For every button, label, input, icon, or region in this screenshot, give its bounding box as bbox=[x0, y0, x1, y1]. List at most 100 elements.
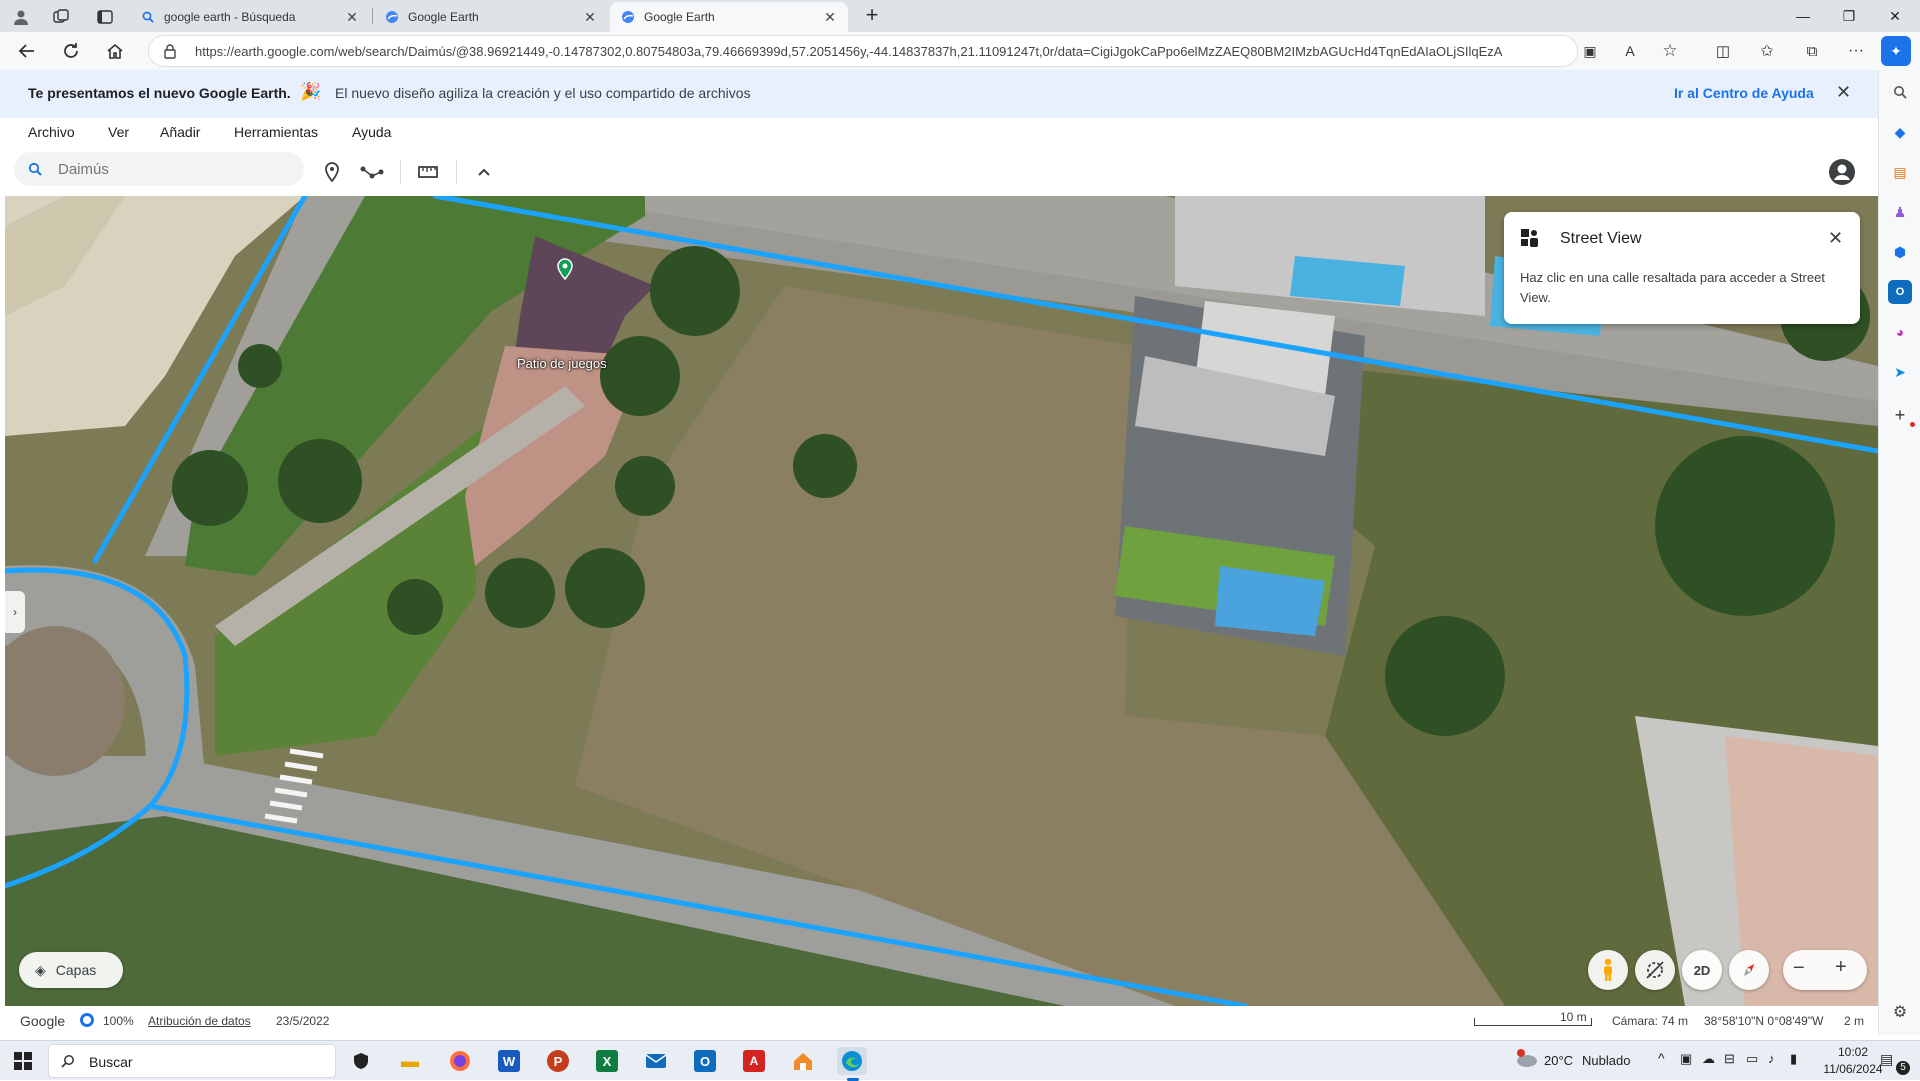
taskbar-search-box[interactable]: Buscar bbox=[48, 1044, 336, 1078]
send-icon[interactable]: ➤ bbox=[1888, 360, 1912, 384]
close-street-view-icon[interactable]: ✕ bbox=[1828, 228, 1843, 249]
clock-time[interactable]: 10:02 bbox=[1828, 1045, 1878, 1059]
address-bar[interactable]: https://earth.google.com/web/search/Daim… bbox=[148, 35, 1578, 67]
expand-panel-icon[interactable]: › bbox=[5, 591, 25, 633]
close-tab-icon[interactable]: ✕ bbox=[822, 9, 838, 25]
weather-text[interactable]: Nublado bbox=[1582, 1053, 1630, 1068]
display-icon[interactable]: ▭ bbox=[1746, 1051, 1758, 1067]
tools-icon[interactable]: ▤ bbox=[1888, 160, 1912, 184]
copilot-icon[interactable]: ✦ bbox=[1881, 36, 1911, 66]
edge-browser-icon[interactable] bbox=[837, 1047, 867, 1075]
url-text[interactable]: https://earth.google.com/web/search/Daim… bbox=[195, 44, 1565, 59]
tab-google-earth[interactable]: Google Earth ✕ bbox=[374, 2, 608, 32]
pegman-icon[interactable] bbox=[1588, 950, 1628, 990]
menu-herramientas[interactable]: Herramientas bbox=[234, 124, 318, 140]
elevation: 2 m bbox=[1844, 1014, 1865, 1028]
menu-ayuda[interactable]: Ayuda bbox=[352, 124, 391, 140]
sidebar-search-icon[interactable] bbox=[1888, 80, 1912, 104]
tab-google-search[interactable]: google earth - Búsqueda ✕ bbox=[130, 2, 370, 32]
compass-icon[interactable] bbox=[1729, 950, 1769, 990]
lock-icon[interactable] bbox=[163, 43, 177, 62]
place-label[interactable]: Patio de juegos bbox=[517, 356, 607, 371]
menu-bar: Archivo Ver Añadir Herramientas Ayuda bbox=[0, 118, 1878, 148]
clock-date[interactable]: 11/06/2024 bbox=[1818, 1062, 1888, 1076]
search-input[interactable] bbox=[58, 158, 288, 180]
reload-button[interactable] bbox=[56, 36, 86, 66]
view-2d-button[interactable]: 2D bbox=[1682, 950, 1722, 990]
games-icon[interactable]: ♟ bbox=[1888, 200, 1912, 224]
collections-icon[interactable]: ⧉ bbox=[1797, 36, 1827, 66]
account-avatar-icon[interactable] bbox=[1826, 156, 1858, 188]
volume-icon[interactable]: ♪ bbox=[1768, 1051, 1775, 1066]
close-window-button[interactable]: ✕ bbox=[1872, 0, 1918, 32]
menu-ver[interactable]: Ver bbox=[108, 124, 129, 140]
profile-icon[interactable] bbox=[10, 6, 32, 28]
scale-label: 10 m bbox=[1560, 1010, 1587, 1024]
more-menu-icon[interactable]: ··· bbox=[1841, 36, 1871, 66]
minimize-button[interactable]: — bbox=[1780, 0, 1826, 32]
tab-actions-icon[interactable] bbox=[94, 6, 116, 28]
excel-icon[interactable]: X bbox=[592, 1047, 622, 1075]
menu-archivo[interactable]: Archivo bbox=[28, 124, 75, 140]
close-tab-icon[interactable]: ✕ bbox=[582, 9, 598, 25]
playground-pin-icon[interactable] bbox=[556, 258, 574, 283]
tab-title: Google Earth bbox=[408, 10, 479, 24]
firefox-icon[interactable] bbox=[445, 1047, 475, 1075]
file-explorer-icon[interactable]: ▬ bbox=[395, 1047, 425, 1075]
security-shield-icon[interactable] bbox=[346, 1047, 376, 1075]
shopping-tag-icon[interactable]: ◆ bbox=[1888, 120, 1912, 144]
favorite-star-icon[interactable]: ☆ bbox=[1655, 36, 1685, 66]
search-box bbox=[14, 152, 304, 186]
zoom-in-button[interactable]: + bbox=[1835, 956, 1847, 979]
add-placemark-icon[interactable] bbox=[318, 158, 346, 186]
sidebar-settings-icon[interactable]: ⚙ bbox=[1888, 1000, 1912, 1024]
designer-icon[interactable]: ◕ bbox=[1888, 320, 1912, 344]
weather-icon[interactable] bbox=[1514, 1048, 1538, 1073]
word-icon[interactable]: W bbox=[494, 1047, 524, 1075]
layers-button[interactable]: ◈ Capas bbox=[19, 952, 123, 988]
close-tab-icon[interactable]: ✕ bbox=[344, 9, 360, 25]
notification-icon[interactable]: ▤ bbox=[1880, 1051, 1893, 1068]
tray-app-icon[interactable]: ▣ bbox=[1680, 1051, 1692, 1067]
menu-anadir[interactable]: Añadir bbox=[160, 124, 200, 140]
workspaces-icon[interactable] bbox=[50, 6, 72, 28]
network-icon[interactable]: ⊟ bbox=[1724, 1051, 1735, 1067]
outlook-icon[interactable]: O bbox=[690, 1047, 720, 1075]
new-tab-button[interactable]: + bbox=[860, 4, 884, 28]
windows-start-icon[interactable] bbox=[8, 1047, 38, 1075]
add-path-icon[interactable] bbox=[358, 158, 386, 186]
battery-icon[interactable]: ▮ bbox=[1790, 1051, 1797, 1067]
read-aloud-icon[interactable]: A bbox=[1615, 36, 1645, 66]
zoom-out-button[interactable]: − bbox=[1793, 957, 1805, 980]
split-screen-icon[interactable]: ◫ bbox=[1708, 36, 1738, 66]
street-view-card: Street View ✕ Haz clic en una calle resa… bbox=[1504, 212, 1860, 324]
help-center-link[interactable]: Ir al Centro de Ayuda bbox=[1674, 85, 1814, 101]
tilt-toggle-icon[interactable] bbox=[1635, 950, 1675, 990]
browser-tab-strip: google earth - Búsqueda ✕ Google Earth ✕… bbox=[0, 0, 1920, 32]
powerpoint-icon[interactable]: P bbox=[543, 1047, 573, 1075]
home-app-icon[interactable] bbox=[788, 1047, 818, 1075]
map-status-bar: Google 100% Atribución de datos 23/5/202… bbox=[0, 1006, 1878, 1035]
tab-google-earth-active[interactable]: Google Earth ✕ bbox=[610, 2, 848, 32]
acrobat-icon[interactable]: A bbox=[739, 1047, 769, 1075]
tab-title: google earth - Búsqueda bbox=[164, 10, 296, 24]
back-button[interactable] bbox=[12, 36, 42, 66]
onedrive-icon[interactable]: ☁ bbox=[1702, 1051, 1715, 1067]
tray-chevron-icon[interactable]: ^ bbox=[1658, 1050, 1665, 1066]
outlook-icon[interactable]: O bbox=[1888, 280, 1912, 304]
app-available-icon[interactable]: ▣ bbox=[1575, 36, 1605, 66]
data-attribution-link[interactable]: Atribución de datos bbox=[148, 1014, 251, 1028]
add-sidebar-app-icon[interactable]: + bbox=[1888, 403, 1912, 427]
chevron-up-icon[interactable] bbox=[470, 158, 498, 186]
home-button[interactable] bbox=[100, 36, 130, 66]
restore-button[interactable]: ❐ bbox=[1826, 0, 1872, 32]
ruler-icon[interactable] bbox=[414, 158, 442, 186]
microsoft-365-icon[interactable]: ⬢ bbox=[1888, 240, 1912, 264]
zoom-control: − + bbox=[1783, 950, 1867, 990]
mail-icon[interactable] bbox=[641, 1047, 671, 1075]
weather-temp[interactable]: 20°C bbox=[1544, 1053, 1573, 1068]
favorites-icon[interactable]: ✩ bbox=[1752, 36, 1782, 66]
close-banner-icon[interactable]: ✕ bbox=[1836, 82, 1851, 103]
search-icon[interactable] bbox=[28, 162, 42, 179]
edge-sidebar: ◆ ▤ ♟ ⬢ O ◕ ➤ + ⚙ bbox=[1878, 70, 1920, 1035]
